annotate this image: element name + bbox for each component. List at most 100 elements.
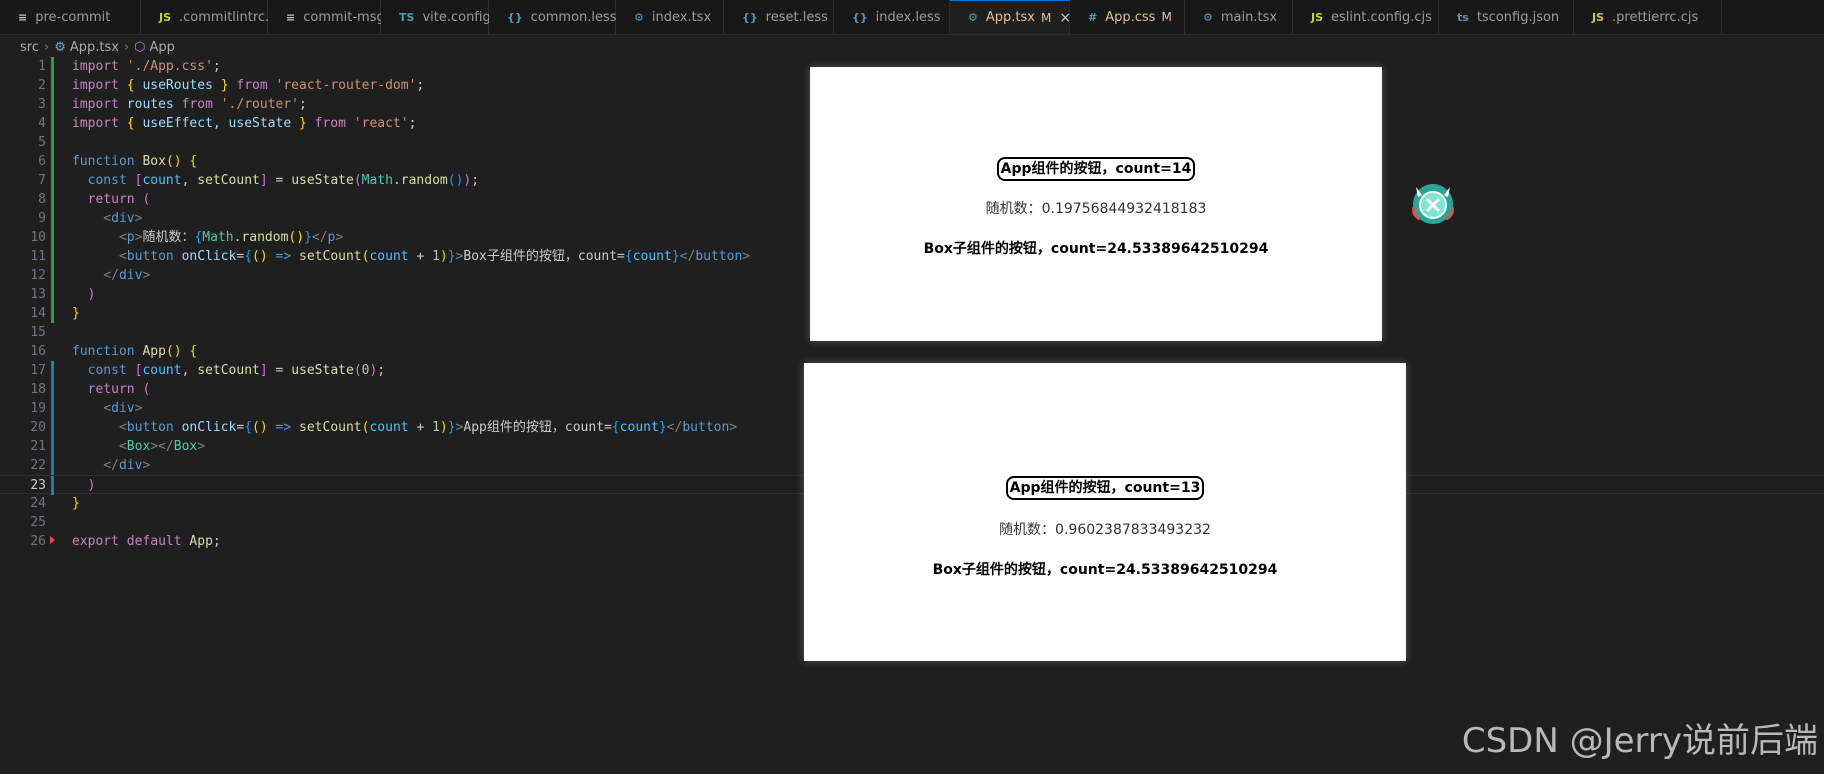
code-token: div <box>111 401 135 416</box>
code-token: from <box>314 116 354 131</box>
code-token: ; <box>299 97 307 112</box>
tab-common-less[interactable]: {} common.less <box>489 0 617 34</box>
code-line[interactable]: 16 function App() { <box>0 342 1824 361</box>
code-token: = <box>275 173 292 188</box>
code-token: Box <box>142 154 166 169</box>
gutter-mod-marker[interactable] <box>51 399 54 418</box>
code-token: > <box>335 230 344 245</box>
gutter-mod-marker[interactable] <box>51 361 54 380</box>
code-token: useState <box>291 363 354 378</box>
code-text: <p>随机数：{Math.random()}</p> <box>72 228 343 247</box>
gutter-del-marker[interactable] <box>50 536 55 544</box>
line-number: 12 <box>30 268 46 283</box>
code-token: < <box>72 230 127 245</box>
gutter-added-marker[interactable] <box>51 171 54 190</box>
mascot-icon <box>1412 184 1454 224</box>
file-type-icon: ts <box>1457 10 1469 24</box>
tab-prettierrc-cjs[interactable]: JS .prettierrc.cjs <box>1574 0 1722 34</box>
code-token: onClick <box>181 420 237 435</box>
line-number: 22 <box>30 458 46 473</box>
gutter-added-marker[interactable] <box>51 190 54 209</box>
code-token: button <box>682 420 730 435</box>
gutter-mod-marker[interactable] <box>51 456 54 475</box>
code-text: </div> <box>72 456 150 475</box>
code-token: function <box>72 344 143 359</box>
line-number: 24 <box>30 496 46 511</box>
gutter-added-marker[interactable] <box>51 133 54 152</box>
box-button[interactable]: Box子组件的按钮，count=24.53389642510294 <box>810 238 1382 258</box>
app-button[interactable]: App组件的按钮，count=14 <box>996 157 1196 181</box>
code-text: } <box>72 304 80 323</box>
code-token: { <box>244 249 253 264</box>
file-type-icon: JS <box>159 10 172 24</box>
tab-commit-msg[interactable]: ≡ commit-msg <box>268 0 385 34</box>
tab-reset-less[interactable]: {} reset.less <box>724 0 834 34</box>
line-number: 15 <box>30 325 46 340</box>
code-token: import <box>72 97 127 112</box>
line-number: 2 <box>38 78 46 93</box>
code-text: const [count, setCount] = useState(0); <box>72 361 385 380</box>
code-token: count= <box>564 420 612 435</box>
code-token: setCount <box>299 249 362 264</box>
gutter-added-marker[interactable] <box>51 304 54 323</box>
code-token: from <box>181 97 221 112</box>
code-text: import { useRoutes } from 'react-router-… <box>72 76 424 95</box>
tab-tsconfig-json[interactable]: ts tsconfig.json <box>1439 0 1574 34</box>
tab-app-css[interactable]: # App.css M <box>1070 0 1185 34</box>
gutter-mod-marker[interactable] <box>51 476 54 495</box>
tab-main-tsx[interactable]: ⚙ main.tsx <box>1185 0 1293 34</box>
breadcrumb-symbol[interactable]: App <box>150 40 175 55</box>
tab-commitlintrc-cjs[interactable]: JS .commitlintrc.cjs <box>141 0 287 34</box>
code-token: } <box>220 78 237 93</box>
gutter-mod-marker[interactable] <box>51 437 54 456</box>
gutter-added-marker[interactable] <box>51 247 54 266</box>
tab-vite-config-ts[interactable]: TS vite.config.ts <box>381 0 507 34</box>
code-token: App组件的按钮 <box>463 420 552 435</box>
gutter-added-marker[interactable] <box>51 266 54 285</box>
tab-eslint-config-cjs[interactable]: JS eslint.config.cjs <box>1293 0 1439 34</box>
code-token: () <box>165 344 190 359</box>
box-button[interactable]: Box子组件的按钮，count=24.53389642510294 <box>804 559 1406 579</box>
tab-index-tsx[interactable]: ⚙ index.tsx <box>616 0 724 34</box>
code-text: const [count, setCount] = useState(Math.… <box>72 171 479 190</box>
tab-pre-commit[interactable]: ≡ pre-commit <box>0 0 141 34</box>
tab-label: index.less <box>875 9 941 25</box>
line-number: 4 <box>38 116 46 131</box>
code-token: div <box>111 211 135 226</box>
code-token: useState <box>291 173 354 188</box>
code-token: count <box>142 173 182 188</box>
gutter-added-marker[interactable] <box>51 114 54 133</box>
file-type-icon: JS <box>1592 10 1605 24</box>
code-token: import <box>72 78 127 93</box>
code-token: ; <box>416 78 425 93</box>
code-token: > <box>729 420 738 435</box>
gutter-added-marker[interactable] <box>51 57 54 76</box>
code-text: <Box></Box> <box>72 437 205 456</box>
tab-label: pre-commit <box>35 9 111 25</box>
breadcrumb-file[interactable]: App.tsx <box>70 40 119 55</box>
gutter-added-marker[interactable] <box>51 285 54 304</box>
code-token: from <box>236 78 276 93</box>
tab-app-tsx[interactable]: ⚙ App.tsx M × <box>950 0 1071 34</box>
code-token: < <box>72 439 127 454</box>
gutter-added-marker[interactable] <box>51 152 54 171</box>
tab-label: index.tsx <box>651 9 712 25</box>
app-button[interactable]: App组件的按钮，count=13 <box>1005 476 1205 500</box>
tab-label: App.css <box>1105 9 1156 25</box>
code-token: } <box>304 230 312 245</box>
file-type-icon: ⚙ <box>968 11 978 24</box>
code-text: import { useEffect, useState } from 'rea… <box>72 114 416 133</box>
gutter-mod-marker[interactable] <box>51 380 54 399</box>
gutter-mod-marker[interactable] <box>51 418 54 437</box>
preview-window-top: App组件的按钮，count=14 随机数：0.1975684493241818… <box>810 67 1382 341</box>
breadcrumb-folder[interactable]: src <box>20 40 39 55</box>
code-token: { <box>611 420 620 435</box>
code-token: App <box>142 344 166 359</box>
tab-label: .prettierrc.cjs <box>1612 9 1699 25</box>
gutter-added-marker[interactable] <box>51 228 54 247</box>
gutter-added-marker[interactable] <box>51 76 54 95</box>
gutter-added-marker[interactable] <box>51 209 54 228</box>
code-token: setCount <box>299 420 362 435</box>
tab-index-less[interactable]: {} index.less <box>834 0 950 34</box>
gutter-added-marker[interactable] <box>51 95 54 114</box>
